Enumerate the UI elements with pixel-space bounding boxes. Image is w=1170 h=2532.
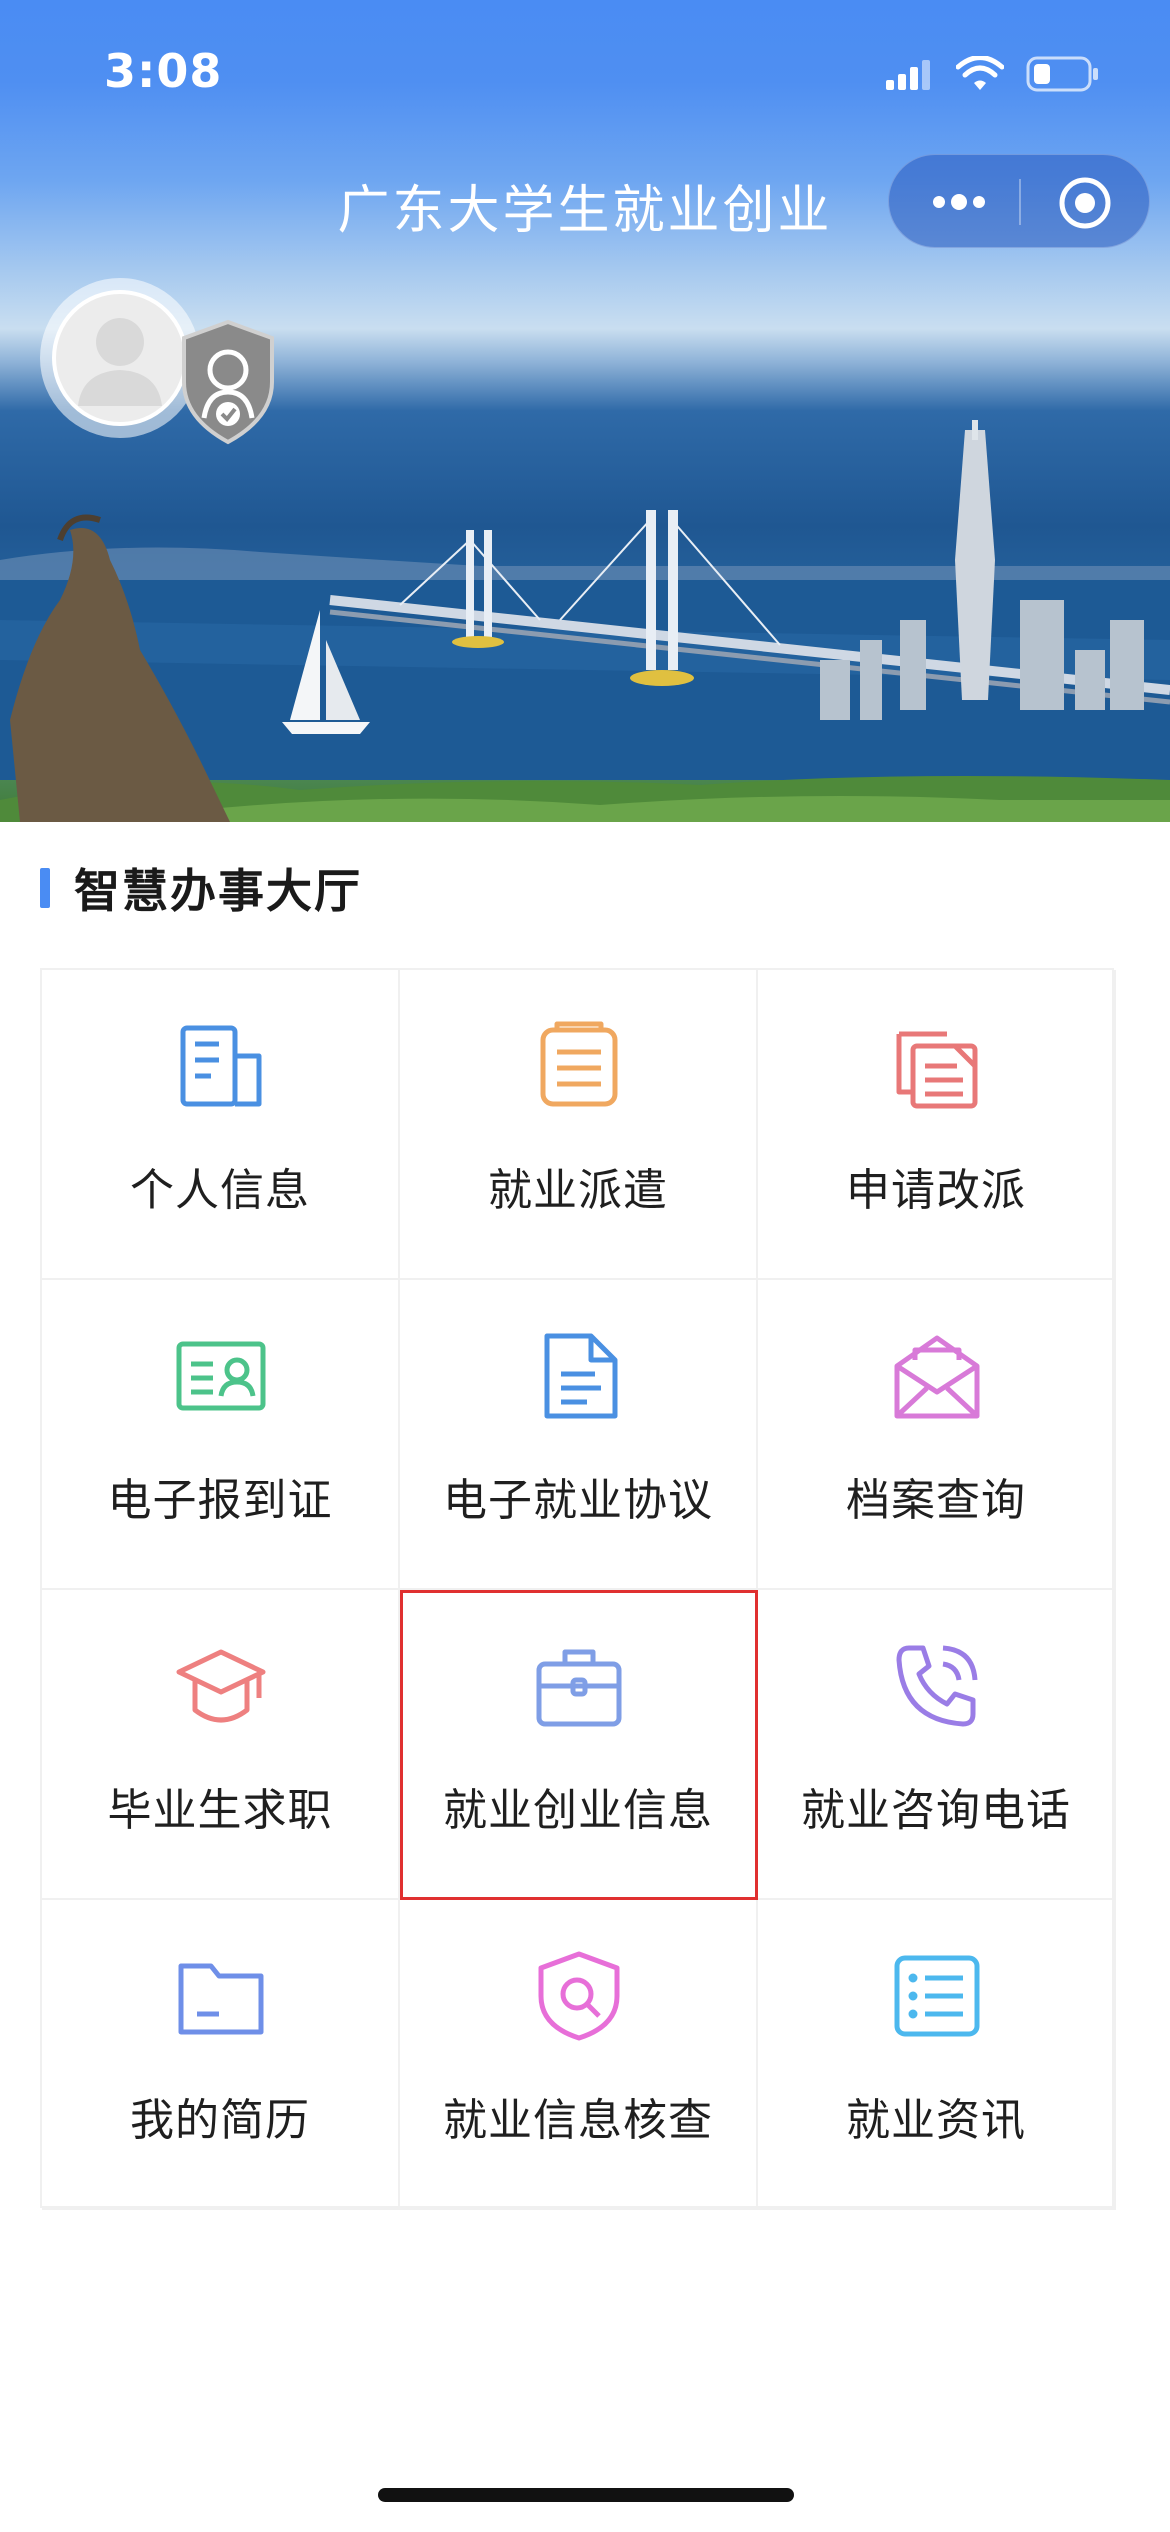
home-indicator[interactable] <box>378 2488 794 2502</box>
briefcase-icon <box>536 1649 622 1727</box>
grid-item-label: 就业创业信息 <box>443 1785 713 1836</box>
verified-shield-icon[interactable] <box>178 318 278 446</box>
grid-item-my-resume[interactable]: 我的简历 <box>42 1900 400 2210</box>
section-accent-bar <box>40 868 50 908</box>
status-icons <box>886 56 1100 92</box>
grid-item-archive-query[interactable]: 档案查询 <box>758 1280 1116 1590</box>
signal-icon <box>886 60 930 90</box>
service-grid: 个人信息 就业派遣 申请改派 电子报到证 电子就业协议 档案查询 毕业生求职 就… <box>40 968 1116 2210</box>
grid-item-reassign[interactable]: 申请改派 <box>758 970 1116 1280</box>
grid-item-label: 就业信息核查 <box>443 2095 713 2146</box>
envelope-icon <box>894 1335 980 1419</box>
miniprogram-capsule <box>888 154 1150 248</box>
shield-search-icon <box>538 1951 620 2041</box>
folder-icon <box>178 1963 264 2035</box>
documents-copy-icon <box>896 1031 978 1109</box>
status-time: 3:08 <box>104 44 223 98</box>
grid-item-employment-info[interactable]: 就业创业信息 <box>400 1590 758 1900</box>
section-header: 智慧办事大厅 <box>40 858 362 918</box>
grid-item-e-registration[interactable]: 电子报到证 <box>42 1280 400 1590</box>
wifi-icon <box>956 56 1004 90</box>
grid-item-label: 就业资讯 <box>846 2095 1026 2146</box>
grid-item-label: 毕业生求职 <box>107 1785 333 1836</box>
battery-icon <box>1026 56 1098 92</box>
grid-item-label: 就业咨询电话 <box>801 1785 1071 1836</box>
grid-item-label: 个人信息 <box>130 1165 310 1216</box>
grid-item-label: 电子报到证 <box>107 1475 333 1526</box>
clipboard-list-icon <box>540 1021 618 1107</box>
grid-item-consult-phone[interactable]: 就业咨询电话 <box>758 1590 1116 1900</box>
avatar-ring[interactable] <box>40 278 200 438</box>
phone-call-icon <box>896 1645 978 1727</box>
grid-item-employment-news[interactable]: 就业资讯 <box>758 1900 1116 2210</box>
news-list-icon <box>894 1955 980 2037</box>
grid-item-personal-info[interactable]: 个人信息 <box>42 970 400 1280</box>
profile-document-icon <box>180 1025 262 1107</box>
header-banner: 3:08 广东大学生就业创业 <box>0 0 1170 822</box>
grid-item-label: 档案查询 <box>846 1475 1026 1526</box>
more-menu-icon[interactable] <box>927 185 991 219</box>
avatar[interactable] <box>52 290 188 426</box>
id-card-icon <box>176 1341 266 1411</box>
grid-item-label: 申请改派 <box>846 1165 1026 1216</box>
grid-item-e-agreement[interactable]: 电子就业协议 <box>400 1280 758 1590</box>
status-bar: 3:08 <box>0 0 1170 140</box>
grid-item-dispatch[interactable]: 就业派遣 <box>400 970 758 1280</box>
grid-item-label: 就业派遣 <box>488 1165 668 1216</box>
capsule-divider <box>1019 179 1021 225</box>
grid-item-label: 我的简历 <box>130 2095 310 2146</box>
agreement-document-icon <box>544 1333 618 1419</box>
grid-item-label: 电子就业协议 <box>443 1475 713 1526</box>
default-user-icon <box>78 318 162 406</box>
grid-item-info-verify[interactable]: 就业信息核查 <box>400 1900 758 2210</box>
grid-item-graduate-job[interactable]: 毕业生求职 <box>42 1590 400 1900</box>
section-title: 智慧办事大厅 <box>74 864 362 918</box>
graduation-cap-icon <box>176 1649 266 1723</box>
close-miniprogram-icon[interactable] <box>1057 175 1113 231</box>
